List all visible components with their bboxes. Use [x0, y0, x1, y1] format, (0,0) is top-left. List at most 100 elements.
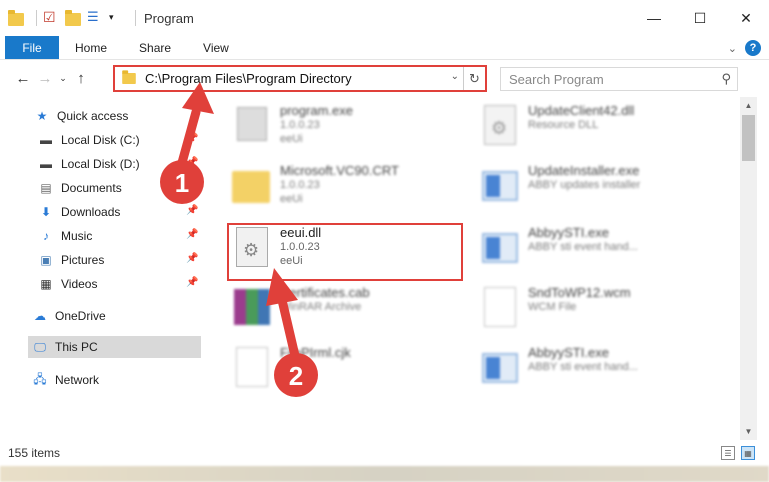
- nav-item-local-disk-d[interactable]: ▬ Local Disk (D:) 📌: [38, 153, 198, 175]
- search-box[interactable]: ⚲: [500, 67, 738, 91]
- file-item[interactable]: UpdateInstaller.exe ABBY updates install…: [480, 163, 730, 219]
- file-item[interactable]: program.exe 1.0.0.23 eeUi: [232, 103, 482, 159]
- nav-item-quick-access[interactable]: ★ Quick access: [34, 105, 129, 127]
- pin-icon[interactable]: 📌: [186, 181, 198, 192]
- nav-item-label: Videos: [61, 277, 98, 291]
- nav-item-label: Network: [55, 373, 100, 387]
- file-name: SndToWP12.wcm: [528, 285, 631, 300]
- nav-item-label: Pictures: [61, 253, 105, 267]
- download-icon: ⬇: [40, 205, 52, 219]
- nav-item-label: Downloads: [61, 205, 121, 219]
- pin-icon[interactable]: 📌: [186, 205, 198, 216]
- navigation-pane: ★ Quick access ▬ Local Disk (C:) 📌 ▬ Loc…: [0, 97, 210, 440]
- tiles-view-icon[interactable]: ▦: [741, 446, 755, 460]
- nav-item-label: Documents: [61, 181, 122, 195]
- winrar-icon: [232, 285, 272, 329]
- drive-icon: ▬: [40, 157, 52, 171]
- nav-item-pictures[interactable]: ▣ Pictures 📌: [38, 249, 198, 271]
- window-icon: [480, 225, 520, 269]
- background-strip: [0, 466, 769, 482]
- customize-toolbar-icon[interactable]: ▾: [109, 12, 127, 30]
- file-item[interactable]: Microsoft.VC90.CRT 1.0.0.23 eeUi: [232, 163, 482, 219]
- expand-ribbon-icon[interactable]: ⌄: [728, 42, 737, 55]
- scroll-down-icon[interactable]: ▼: [740, 423, 757, 440]
- pin-icon[interactable]: 📌: [186, 157, 198, 168]
- nav-item-documents[interactable]: ▤ Documents 📌: [38, 177, 198, 199]
- file-name: UpdateClient42.dll: [528, 103, 635, 118]
- scroll-up-icon[interactable]: ▲: [740, 97, 757, 114]
- nav-item-label: Quick access: [57, 109, 129, 123]
- file-name: AbbyySTI.exe: [528, 345, 609, 360]
- pictures-icon: ▣: [40, 253, 52, 267]
- scroll-thumb[interactable]: [742, 115, 755, 161]
- tab-view[interactable]: View: [187, 36, 245, 59]
- folder-icon: [122, 70, 136, 85]
- quick-access-toolbar: ☑ ☰ ▾: [8, 6, 131, 30]
- chevron-down-icon[interactable]: ⌄: [451, 71, 459, 82]
- exe-icon: [232, 103, 272, 147]
- forward-arrow-icon[interactable]: →: [34, 70, 56, 87]
- nav-item-onedrive[interactable]: ☁ OneDrive: [32, 305, 106, 327]
- vertical-scrollbar[interactable]: ▲ ▼: [740, 97, 757, 440]
- file-company: eeUi: [280, 133, 303, 145]
- status-bar: 155 items ☰ ▦: [0, 442, 769, 464]
- nav-item-downloads[interactable]: ⬇ Downloads 📌: [38, 201, 198, 223]
- close-button[interactable]: ✕: [723, 0, 769, 36]
- nav-item-label: Local Disk (C:): [61, 133, 140, 147]
- file-item[interactable]: AbbyySTI.exe ABBY sti event hand...: [480, 345, 730, 401]
- highlight-box: [227, 223, 463, 281]
- recent-locations-icon[interactable]: ⌄: [56, 73, 70, 84]
- window-controls: — ☐ ✕: [631, 0, 769, 36]
- tab-file[interactable]: File: [5, 36, 59, 59]
- file-description: ABBY updates installer: [528, 179, 641, 191]
- help-icon[interactable]: ?: [745, 40, 761, 56]
- minimize-button[interactable]: —: [631, 0, 677, 36]
- file-version: 1.0.0.23: [280, 119, 320, 131]
- ribbon-tabs: File Home Share View ⌄ ?: [0, 36, 769, 60]
- folder-icon[interactable]: [8, 9, 26, 27]
- nav-item-label: This PC: [55, 340, 98, 354]
- tab-share[interactable]: Share: [123, 36, 187, 59]
- window-icon: [480, 163, 520, 207]
- doc-icon: [232, 345, 272, 389]
- nav-item-local-disk-c[interactable]: ▬ Local Disk (C:) 📌: [38, 129, 198, 151]
- file-description: Resource DLL: [528, 119, 599, 131]
- nav-item-this-pc[interactable]: 🖵 This PC: [28, 336, 201, 358]
- refresh-icon[interactable]: ↻: [463, 67, 485, 90]
- nav-item-videos[interactable]: ▦ Videos 📌: [38, 273, 198, 295]
- search-input[interactable]: [509, 71, 709, 87]
- folder-icon: [232, 163, 272, 207]
- title-divider: [135, 10, 136, 26]
- file-item[interactable]: UpdateClient42.dll Resource DLL: [480, 103, 730, 159]
- pin-icon[interactable]: 📌: [186, 229, 198, 240]
- address-bar[interactable]: C:\Program Files\Program Directory ⌄ ↻: [113, 65, 487, 92]
- back-arrow-icon[interactable]: ←: [12, 70, 34, 87]
- file-name: UpdateInstaller.exe: [528, 163, 640, 178]
- address-path: C:\Program Files\Program Directory: [145, 71, 352, 86]
- search-icon: ⚲: [721, 71, 731, 86]
- pin-icon[interactable]: 📌: [186, 133, 198, 144]
- nav-item-music[interactable]: ♪ Music 📌: [38, 225, 198, 247]
- nav-item-label: OneDrive: [55, 309, 106, 323]
- pin-icon[interactable]: 📌: [186, 277, 198, 288]
- nav-item-network[interactable]: 🖧 Network: [32, 369, 99, 391]
- pin-icon[interactable]: 📌: [186, 253, 198, 264]
- file-description: ABBY sti event hand...: [528, 361, 638, 373]
- file-item[interactable]: SndToWP12.wcm WCM File: [480, 285, 730, 341]
- gear-doc-icon: [480, 103, 520, 147]
- drive-icon: ▬: [40, 133, 52, 147]
- tab-home[interactable]: Home: [59, 36, 123, 59]
- up-arrow-icon[interactable]: ↑: [70, 70, 92, 87]
- properties-icon[interactable]: ☑: [43, 9, 61, 27]
- new-folder-icon[interactable]: [65, 9, 83, 27]
- details-view-icon[interactable]: ☰: [721, 446, 735, 460]
- maximize-button[interactable]: ☐: [677, 0, 723, 36]
- nav-item-label: Music: [61, 229, 93, 243]
- file-name: AbbyySTI.exe: [528, 225, 609, 240]
- file-item[interactable]: Certificates.cab WinRAR Archive: [232, 285, 482, 341]
- file-item[interactable]: AbbyySTI.exe ABBY sti event hand...: [480, 225, 730, 281]
- file-description: WCM File: [528, 301, 577, 313]
- computer-icon: 🖵: [34, 339, 46, 354]
- view-options-icon[interactable]: ☰: [87, 9, 105, 27]
- file-item[interactable]: FilePIrml.cjk: [232, 345, 482, 401]
